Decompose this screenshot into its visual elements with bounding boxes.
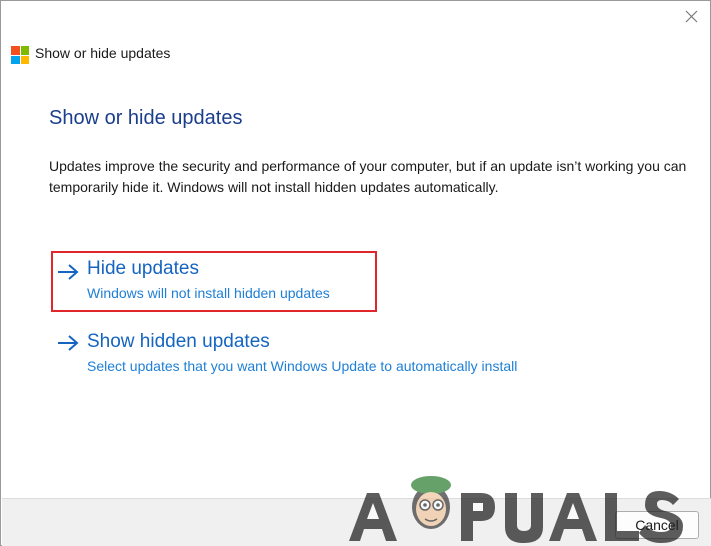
show-hidden-updates-subtitle: Select updates that you want Windows Upd… xyxy=(87,358,518,374)
windows-logo-icon xyxy=(11,46,29,64)
show-hidden-updates-option[interactable]: Show hidden updates Select updates that … xyxy=(51,327,571,385)
arrow-right-icon xyxy=(58,264,79,280)
show-hidden-updates-title: Show hidden updates xyxy=(87,331,270,352)
description-text: Updates improve the security and perform… xyxy=(49,158,687,195)
window-title: Show or hide updates xyxy=(35,45,171,61)
dialog-footer: Cancel xyxy=(2,498,711,546)
close-icon xyxy=(685,10,697,22)
hide-updates-title: Hide updates xyxy=(87,258,199,279)
hide-updates-subtitle: Windows will not install hidden updates xyxy=(87,285,330,301)
close-button[interactable] xyxy=(679,5,703,27)
title-bar xyxy=(1,1,710,31)
dialog-window: Show or hide updates Show or hide update… xyxy=(0,0,711,546)
hide-updates-option[interactable]: Hide updates Windows will not install hi… xyxy=(51,251,377,312)
cancel-button[interactable]: Cancel xyxy=(615,511,699,539)
arrow-right-icon xyxy=(58,335,79,351)
page-heading: Show or hide updates xyxy=(49,107,243,129)
